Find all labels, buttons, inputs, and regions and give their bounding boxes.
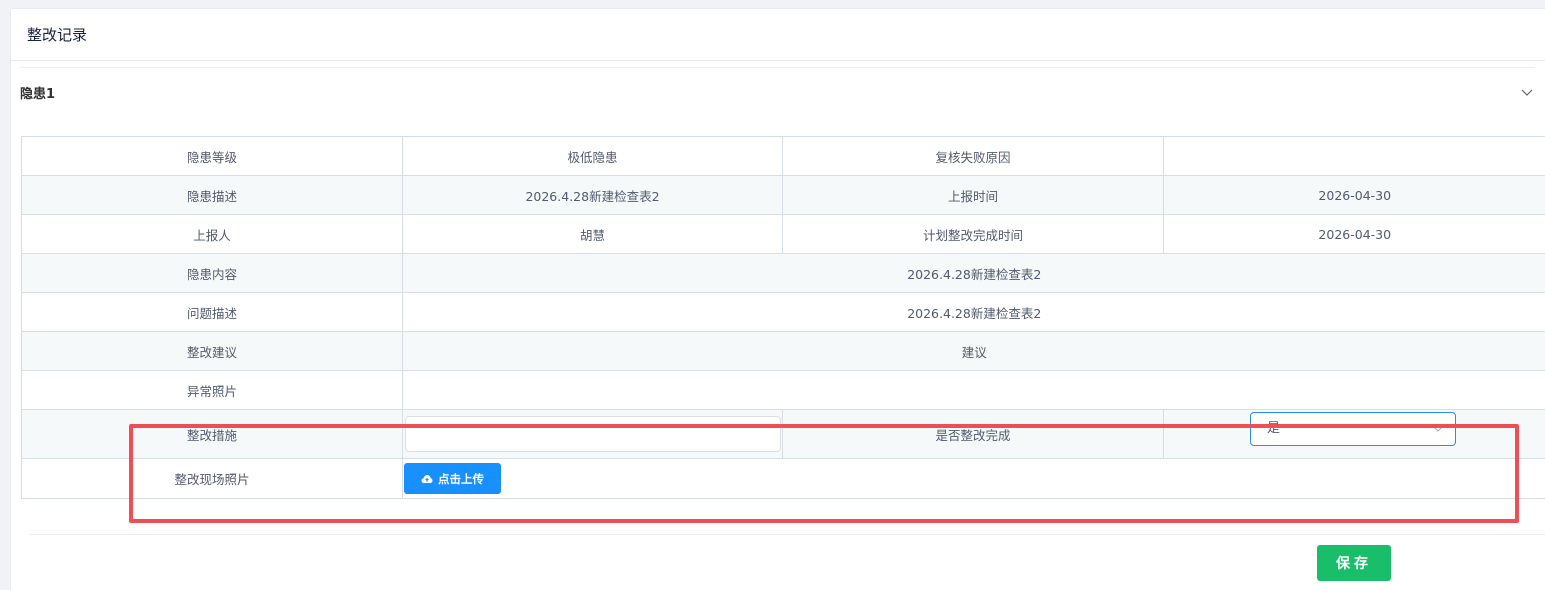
report-time-label: 上报时间 — [782, 175, 1164, 215]
table-row: 隐患描述 2026.4.28新建检查表2 上报时间 2026-04-30 — [21, 175, 1545, 215]
problem-desc-value: 2026.4.28新建检查表2 — [402, 292, 1545, 332]
hazard-level-label: 隐患等级 — [21, 136, 403, 176]
site-photo-label: 整改现场照片 — [21, 458, 403, 499]
page-title: 整改记录 — [27, 26, 88, 44]
measures-input[interactable] — [404, 416, 781, 452]
chevron-down-icon — [1433, 426, 1443, 432]
hazard-desc-value: 2026.4.28新建检查表2 — [402, 175, 783, 215]
plan-time-label: 计划整改完成时间 — [782, 214, 1164, 254]
report-time-value: 2026-04-30 — [1163, 175, 1545, 215]
collapse-header-hazard-1[interactable]: 隐患1 — [20, 67, 1535, 117]
review-fail-value — [1163, 136, 1545, 176]
card-header: 整改记录 — [11, 9, 1545, 61]
suggestion-value: 建议 — [402, 331, 1545, 371]
suggestion-label: 整改建议 — [21, 331, 403, 371]
measures-cell — [402, 409, 783, 459]
hazard-level-value: 极低隐患 — [402, 136, 783, 176]
table-row: 异常照片 — [21, 370, 1545, 410]
site-photo-cell: 点击上传 — [402, 458, 1545, 499]
hazard-content-value: 2026.4.28新建检查表2 — [402, 253, 1545, 293]
divider — [30, 534, 1545, 535]
upload-button[interactable]: 点击上传 — [404, 463, 501, 494]
table-row: 上报人 胡慧 计划整改完成时间 2026-04-30 — [21, 214, 1545, 254]
completed-cell: 是 — [1163, 409, 1545, 459]
hazard-desc-label: 隐患描述 — [21, 175, 403, 215]
completed-label: 是否整改完成 — [782, 409, 1164, 459]
chevron-down-icon — [1521, 89, 1533, 96]
abnormal-photo-label: 异常照片 — [21, 370, 403, 410]
hazard-detail-table: 隐患等级 极低隐患 复核失败原因 隐患描述 2026.4.28新建检查表2 上报… — [21, 136, 1545, 499]
table-row: 整改措施 是否整改完成 是 — [21, 409, 1545, 459]
table-row: 问题描述 2026.4.28新建检查表2 — [21, 292, 1545, 332]
reporter-value: 胡慧 — [402, 214, 783, 254]
review-fail-label: 复核失败原因 — [782, 136, 1164, 176]
plan-time-value: 2026-04-30 — [1163, 214, 1545, 254]
hazard-content-label: 隐患内容 — [21, 253, 403, 293]
save-button[interactable]: 保存 — [1317, 545, 1391, 581]
completed-select-value: 是 — [1267, 421, 1281, 436]
reporter-label: 上报人 — [21, 214, 403, 254]
problem-desc-label: 问题描述 — [21, 292, 403, 332]
table-row: 整改建议 建议 — [21, 331, 1545, 371]
table-row: 整改现场照片 点击上传 — [21, 458, 1545, 499]
table-row: 隐患内容 2026.4.28新建检查表2 — [21, 253, 1545, 293]
measures-label: 整改措施 — [21, 409, 403, 459]
completed-select[interactable]: 是 — [1250, 412, 1456, 446]
collapse-title: 隐患1 — [20, 87, 56, 102]
cloud-upload-icon — [421, 474, 433, 483]
abnormal-photo-value — [402, 370, 1545, 410]
table-row: 隐患等级 极低隐患 复核失败原因 — [21, 136, 1545, 176]
upload-button-label: 点击上传 — [438, 471, 484, 486]
